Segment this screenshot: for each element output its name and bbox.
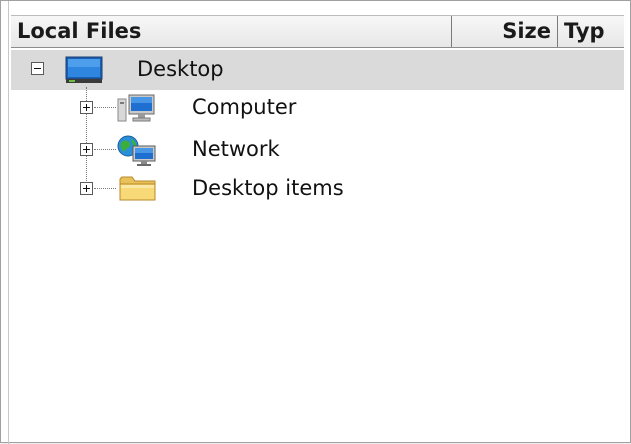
expand-icon[interactable] [80, 182, 93, 195]
column-header-bar: Local Files Size Typ [11, 15, 624, 48]
column-header-size[interactable]: Size [452, 16, 558, 47]
tree-item-desktop-label[interactable]: Desktop [137, 57, 224, 81]
local-files-panel: Local Files Size Typ Desktop Computer Ne… [0, 0, 631, 444]
tree-connector-line [94, 149, 116, 150]
column-header-name[interactable]: Local Files [11, 16, 452, 47]
computer-icon [117, 94, 155, 122]
collapse-icon[interactable] [31, 62, 44, 75]
tree-connector-line [94, 107, 116, 108]
expand-icon[interactable] [80, 143, 93, 156]
panel-left-border [8, 1, 9, 444]
folder-icon [119, 176, 156, 201]
expand-icon[interactable] [80, 101, 93, 114]
tree-item-network-label[interactable]: Network [192, 137, 280, 161]
tree-item-desktop-items-label[interactable]: Desktop items [192, 176, 344, 200]
column-header-type[interactable]: Typ [558, 16, 624, 47]
desktop-icon [65, 56, 103, 83]
tree-connector-line [94, 188, 116, 189]
tree-item-computer-label[interactable]: Computer [192, 95, 296, 119]
network-icon [117, 135, 156, 166]
